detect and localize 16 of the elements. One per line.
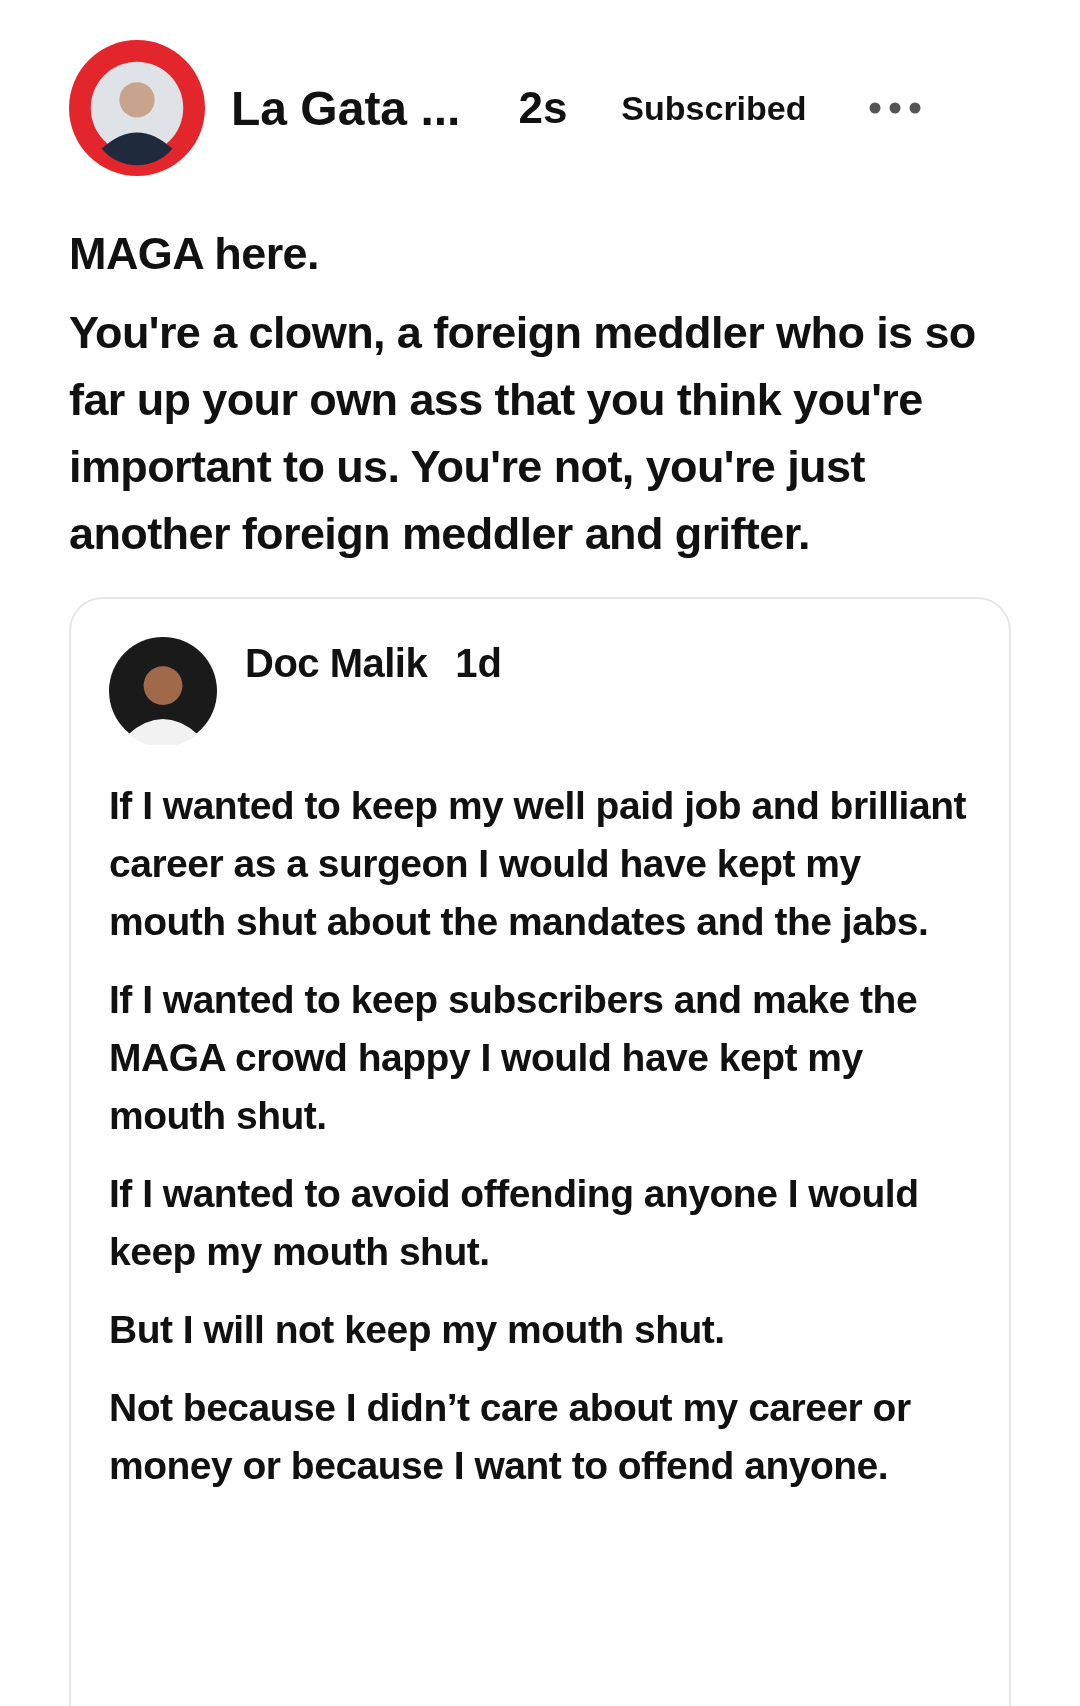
quoted-post-text: If I wanted to keep my well paid job and brilliant career as a surgeon I would have kept my mouth shut about the mandates and the jabs. bbox=[109, 783, 967, 945]
quoted-post-text: If I wanted to keep subscribers and make the MAGA crowd happy I would have kept my mouth shut. bbox=[109, 977, 919, 1139]
quoted-post-text: Not because I didn’t care about my career or money or because I want to offend anyone. bbox=[109, 1385, 912, 1489]
post-time: 2s bbox=[518, 83, 568, 133]
quoted-post-text: If I wanted to avoid offending anyone I would keep my mouth shut. bbox=[109, 1171, 920, 1275]
author-name[interactable]: La Gata ... bbox=[231, 80, 461, 136]
post-text: MAGA here. bbox=[69, 227, 320, 281]
post-text: You're a clown, a foreign meddler who is so far up your own ass that you think you're important to us. You're not, you're just another foreign meddler and grifter. bbox=[69, 306, 977, 561]
more-options-icon[interactable] bbox=[868, 102, 921, 114]
avatar[interactable] bbox=[109, 637, 217, 745]
quoted-post-text: But I will not keep my mouth shut. bbox=[109, 1307, 726, 1353]
quoted-post-card[interactable] bbox=[69, 597, 1011, 1706]
subscribed-button[interactable]: Subscribed bbox=[621, 88, 807, 128]
avatar[interactable] bbox=[69, 40, 205, 176]
post-time: 1d bbox=[455, 641, 502, 686]
author-name[interactable]: Doc Malik bbox=[245, 641, 428, 686]
